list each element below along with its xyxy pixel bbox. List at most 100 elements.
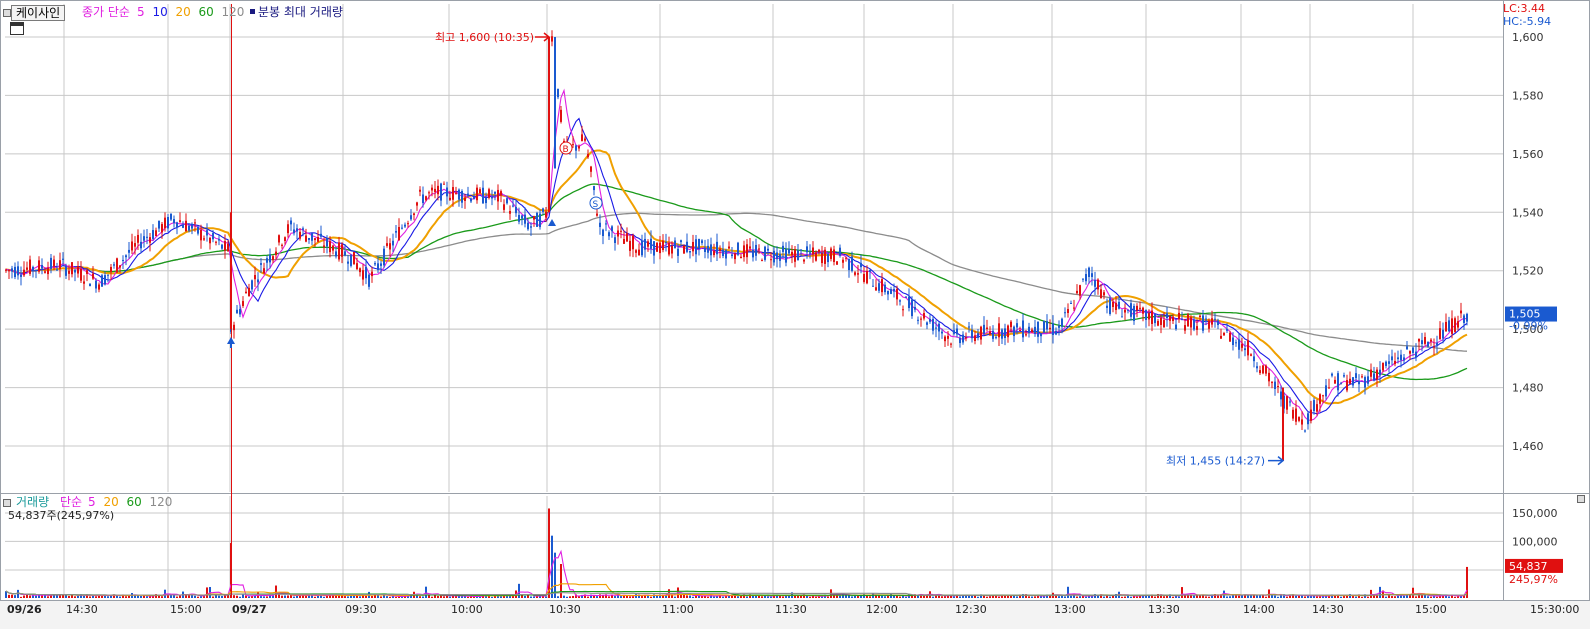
candle-body	[296, 228, 298, 232]
candle-body	[1349, 378, 1351, 384]
volume-grid	[5, 496, 1503, 598]
volume-legend-label: 거래량	[16, 495, 49, 509]
volume-bar	[953, 596, 955, 598]
volume-bar	[1457, 596, 1459, 598]
volume-bar	[365, 595, 367, 598]
candle-body	[740, 256, 742, 259]
candle-body	[1139, 307, 1141, 309]
candle-body	[983, 324, 985, 334]
candle-body	[578, 146, 580, 149]
candle-body	[1091, 273, 1093, 277]
candle-body	[533, 216, 535, 220]
volume-bar	[1109, 596, 1111, 598]
candle-body	[1463, 315, 1465, 323]
candle-body	[1436, 342, 1438, 346]
candle-body	[617, 230, 619, 237]
candle-body	[497, 189, 499, 202]
volume-bar	[1067, 586, 1069, 598]
volume-bar	[500, 596, 502, 598]
candle-body	[386, 243, 388, 246]
volume-bar	[479, 596, 481, 598]
candle-body	[59, 260, 61, 269]
candle-body	[335, 251, 337, 257]
candle-body	[1466, 313, 1468, 322]
volume-bar	[149, 596, 151, 598]
candle-body	[284, 237, 286, 241]
candle-body	[1445, 321, 1447, 332]
candle-body	[215, 241, 217, 243]
candle-body	[1454, 318, 1456, 332]
chart-frame	[0, 0, 1590, 629]
candle-body	[815, 252, 817, 261]
volume-bar	[437, 596, 439, 598]
high-annotation: 최고 1,600 (10:35)	[435, 31, 534, 44]
volume-bar	[1430, 596, 1432, 598]
candle-body	[1202, 315, 1204, 331]
candle-body	[1055, 330, 1057, 335]
volume-axis-toggle-icon[interactable]	[1577, 495, 1585, 503]
candle-body	[770, 259, 772, 261]
candle-body	[809, 252, 811, 254]
candle-body	[653, 241, 655, 256]
candle-body	[599, 222, 601, 228]
stock-name-box[interactable]: 케이사인	[11, 5, 66, 21]
candle-body	[1085, 274, 1087, 282]
candle-body	[1001, 329, 1003, 339]
volume-bar	[959, 596, 961, 598]
volume-bar	[293, 596, 295, 598]
candle-body	[275, 251, 277, 256]
candle-body	[383, 248, 385, 266]
volume-bar	[806, 595, 808, 598]
candle-body	[1244, 348, 1246, 351]
candle-body	[629, 240, 631, 251]
stock-chart[interactable]: 1,4601,4801,5001,5201,5401,5601,5801,600…	[0, 0, 1590, 629]
candle-body	[428, 192, 430, 194]
volume-bar	[491, 596, 493, 598]
candle-body	[551, 36, 553, 42]
candle-body	[1064, 312, 1066, 314]
volume-bar	[35, 595, 37, 598]
buy-marker-label: B	[563, 145, 569, 155]
candle-body	[710, 244, 712, 256]
candle-body	[1397, 357, 1399, 360]
price-legend-period: 120	[222, 5, 245, 19]
candle-body	[437, 185, 439, 195]
candle-body	[1133, 305, 1135, 322]
volume-bar	[1274, 595, 1276, 598]
candle-body	[89, 283, 91, 287]
volume-panel-toggle-icon[interactable]	[3, 499, 11, 507]
candle-body	[1070, 302, 1072, 304]
candle-body	[920, 318, 922, 320]
candle-body	[293, 229, 295, 234]
calendar-icon[interactable]	[10, 22, 24, 35]
candle-body	[932, 318, 934, 331]
candle-body	[758, 248, 760, 250]
candle-body	[260, 263, 262, 265]
volume-bar	[530, 596, 532, 598]
candle-body	[1262, 365, 1264, 374]
volume-ma5-path	[5, 549, 1468, 598]
candle-body	[1217, 320, 1219, 326]
candle-body	[1229, 332, 1231, 342]
volume-bar	[608, 596, 610, 598]
candle-body	[905, 296, 907, 298]
volume-bar	[11, 594, 13, 598]
candle-body	[1172, 316, 1174, 322]
candle-series	[5, 30, 1468, 461]
candle-body	[191, 224, 193, 229]
volume-bar	[77, 595, 79, 598]
candle-body	[1259, 370, 1261, 374]
volume-legend-ma-label: 단순	[60, 495, 82, 509]
volume-bar	[1031, 596, 1033, 598]
volume-bar	[1268, 589, 1270, 598]
panel-toggle-icon[interactable]	[3, 9, 11, 17]
candle-body	[698, 238, 700, 249]
candle-body	[1256, 366, 1258, 369]
price-tick-label: 1,480	[1512, 382, 1544, 395]
candle-body	[320, 233, 322, 237]
candle-body	[863, 273, 865, 282]
candle-body	[206, 230, 208, 236]
candle-body	[248, 287, 250, 297]
candle-body	[515, 207, 517, 214]
candle-body	[671, 245, 673, 254]
